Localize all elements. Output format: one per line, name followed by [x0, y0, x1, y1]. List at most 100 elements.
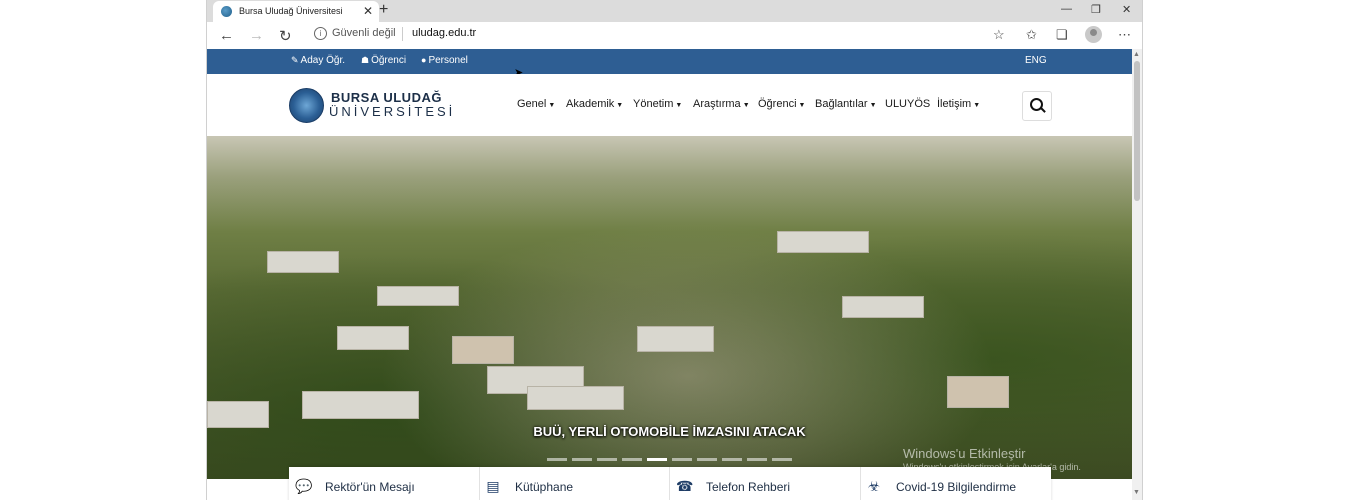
favorite-star-icon[interactable]: ☆: [993, 27, 1005, 43]
campus-building: [777, 231, 869, 253]
university-seal-logo[interactable]: [289, 88, 324, 123]
security-label[interactable]: Güvenli değil: [332, 27, 396, 39]
menu-arastirma[interactable]: Araştırma ▼: [693, 98, 750, 110]
favicon-icon: [221, 6, 232, 17]
speech-bubble-icon: 💬: [295, 478, 313, 494]
slide-indicator[interactable]: [747, 458, 767, 461]
caret-down-icon: ▼: [675, 102, 683, 109]
campus-building: [377, 286, 459, 306]
quick-link-label: Covid-19 Bilgilendirme: [896, 480, 1017, 494]
campus-building: [267, 251, 339, 273]
slide-indicator[interactable]: [547, 458, 567, 461]
slide-indicator[interactable]: [597, 458, 617, 461]
slide-indicator-active[interactable]: [647, 458, 667, 461]
top-link-personel[interactable]: ● Personel: [421, 55, 468, 66]
quick-link-label: Rektör'ün Mesajı: [325, 480, 415, 494]
restore-icon[interactable]: ❐: [1091, 3, 1101, 16]
more-menu-icon[interactable]: ⋯: [1118, 27, 1131, 43]
caret-down-icon: ▼: [869, 102, 877, 109]
campus-building: [947, 376, 1009, 408]
slide-indicator[interactable]: [622, 458, 642, 461]
divider: [402, 27, 403, 41]
quick-link-label: Telefon Rehberi: [706, 480, 791, 494]
scroll-up-icon[interactable]: ▲: [1133, 51, 1140, 58]
menu-label: Akademik: [566, 98, 615, 110]
reload-icon[interactable]: ↻: [279, 27, 292, 45]
phone-book-icon: ☎: [676, 478, 694, 494]
menu-genel[interactable]: Genel ▼: [517, 98, 555, 110]
books-icon: ▤: [486, 478, 500, 494]
address-bar: ← → ↻ i Güvenli değil uludag.edu.tr ☆ ✩ …: [207, 22, 1142, 49]
caret-down-icon: ▼: [742, 102, 750, 109]
left-margin: [0, 0, 206, 500]
menu-akademik[interactable]: Akademik ▼: [566, 98, 623, 110]
url-text[interactable]: uludag.edu.tr: [412, 27, 476, 39]
graduate-icon: ✎: [291, 55, 299, 65]
slide-indicator[interactable]: [572, 458, 592, 461]
slide-caption[interactable]: BUÜ, YERLİ OTOMOBİLE İMZASINI ATACAK: [207, 424, 1132, 439]
window-close-icon[interactable]: ✕: [1122, 3, 1131, 16]
scroll-thumb[interactable]: [1134, 61, 1140, 201]
browser-window: Bursa Uludağ Üniversitesi ✕ + — ❐ ✕ ← → …: [206, 0, 1143, 500]
quick-links-bar: 💬 Rektör'ün Mesajı ▤ Kütüphane ☎ Telefon…: [289, 467, 1051, 500]
student-icon: ☗: [361, 55, 370, 65]
top-link-aday[interactable]: ✎ Aday Öğr.: [291, 55, 345, 66]
top-link-label: Aday Öğr.: [300, 55, 346, 66]
collections-icon[interactable]: ❏: [1056, 27, 1068, 43]
campus-building: [452, 336, 514, 364]
forward-icon[interactable]: →: [249, 27, 264, 44]
logo-subtitle[interactable]: ÜNİVERSİTESİ: [329, 104, 455, 119]
quick-link-covid[interactable]: ☣ Covid-19 Bilgilendirme: [860, 467, 1050, 500]
slide-indicator[interactable]: [722, 458, 742, 461]
menu-uluyos[interactable]: ULUYÖS: [885, 98, 930, 110]
search-icon-handle: [1040, 107, 1046, 113]
quick-link-telefon[interactable]: ☎ Telefon Rehberi: [670, 467, 861, 500]
slide-indicator[interactable]: [697, 458, 717, 461]
quick-link-kutuphane[interactable]: ▤ Kütüphane: [479, 467, 670, 500]
site-header: BURSA ULUDAĞ ÜNİVERSİTESİ Genel ▼ Akademi…: [207, 74, 1132, 136]
omnibox[interactable]: i Güvenli değil uludag.edu.tr: [312, 26, 1052, 45]
slide-indicator[interactable]: [772, 458, 792, 461]
top-utility-bar: ✎ Aday Öğr. ☗ Öğrenci ● Personel ENG ➤: [207, 49, 1132, 79]
back-icon[interactable]: ←: [219, 27, 234, 44]
favorites-icon[interactable]: ✩: [1026, 27, 1037, 43]
menu-label: ULUYÖS: [885, 98, 931, 110]
language-toggle[interactable]: ENG: [1025, 55, 1047, 66]
minimize-icon[interactable]: —: [1061, 3, 1072, 15]
browser-tab[interactable]: Bursa Uludağ Üniversitesi ✕: [213, 1, 379, 22]
caret-down-icon: ▼: [616, 102, 624, 109]
caret-down-icon: ▼: [973, 102, 981, 109]
quick-link-rektor[interactable]: 💬 Rektör'ün Mesajı: [289, 467, 480, 500]
search-button[interactable]: [1022, 91, 1052, 121]
campus-building: [527, 386, 624, 410]
hero-slider[interactable]: BUÜ, YERLİ OTOMOBİLE İMZASINI ATACAK Win…: [207, 136, 1132, 479]
menu-ogrenci[interactable]: Öğrenci ▼: [758, 98, 805, 110]
menu-baglantilar[interactable]: Bağlantılar ▼: [815, 98, 877, 110]
menu-label: Araştırma: [693, 98, 741, 110]
windows-activation-title: Windows'u Etkinleştir: [903, 446, 1026, 461]
top-link-label: Personel: [428, 55, 468, 66]
top-link-ogrenci[interactable]: ☗ Öğrenci: [361, 55, 406, 66]
right-margin: [1143, 0, 1350, 500]
slide-indicator[interactable]: [672, 458, 692, 461]
scroll-down-icon[interactable]: ▼: [1133, 489, 1140, 496]
menu-iletisim[interactable]: İletişim ▼: [937, 98, 980, 110]
profile-avatar[interactable]: [1085, 26, 1102, 43]
tab-strip: Bursa Uludağ Üniversitesi ✕ + — ❐ ✕: [207, 0, 1142, 22]
tab-title: Bursa Uludağ Üniversitesi: [239, 6, 343, 16]
menu-label: Yönetim: [633, 98, 674, 110]
new-tab-icon[interactable]: +: [379, 1, 388, 19]
info-icon[interactable]: i: [314, 27, 327, 40]
tab-close-icon[interactable]: ✕: [363, 4, 373, 18]
menu-yonetim[interactable]: Yönetim ▼: [633, 98, 682, 110]
vertical-scrollbar[interactable]: ▲ ▼: [1132, 49, 1142, 500]
logo-title[interactable]: BURSA ULUDAĞ: [331, 90, 442, 105]
campus-building: [337, 326, 409, 350]
page-viewport: ✎ Aday Öğr. ☗ Öğrenci ● Personel ENG ➤ BURS…: [207, 49, 1132, 500]
menu-label: İletişim: [937, 98, 972, 110]
menu-label: Öğrenci: [758, 98, 797, 110]
campus-building: [302, 391, 419, 419]
campus-building: [637, 326, 714, 352]
caret-down-icon: ▼: [798, 102, 806, 109]
campus-building: [842, 296, 924, 318]
